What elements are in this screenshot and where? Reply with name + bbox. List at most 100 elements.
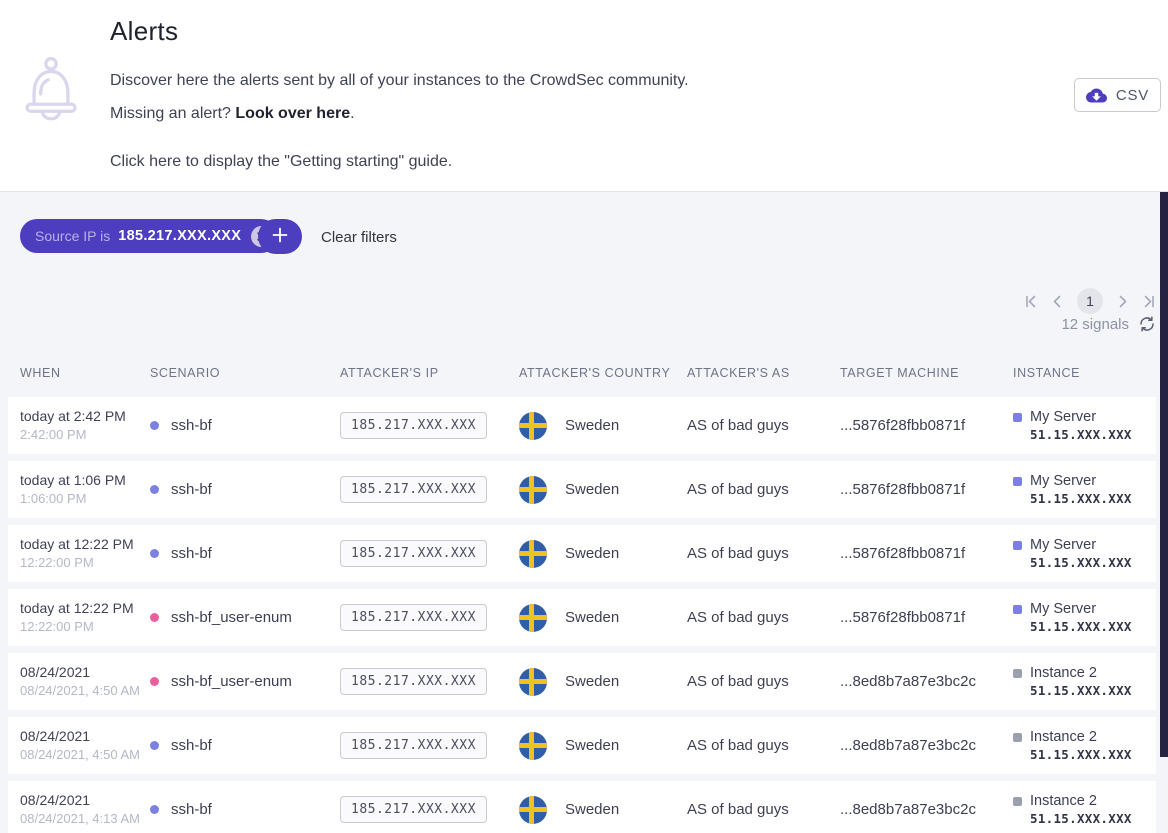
target-machine: ...5876f28fbb0871f — [840, 417, 1013, 434]
alert-time-detail: 1:06:00 PM — [20, 490, 150, 508]
instance-ip: 51.15.XXX.XXX — [1030, 491, 1156, 506]
sweden-flag-icon — [519, 604, 547, 632]
attacker-ip-value[interactable]: 185.217.XXX.XXX — [340, 412, 487, 439]
page-description: Discover here the alerts sent by all of … — [110, 72, 689, 90]
column-header[interactable]: ATTACKER'S IP — [340, 366, 519, 380]
attacker-ip-value[interactable]: 185.217.XXX.XXX — [340, 796, 487, 823]
instance-square-icon — [1013, 797, 1022, 806]
instance-name: My Server — [1030, 473, 1096, 489]
country-cell: Sweden — [519, 412, 687, 440]
country-name: Sweden — [565, 801, 619, 818]
alert-time: 08/24/2021 — [20, 663, 150, 682]
country-cell: Sweden — [519, 732, 687, 760]
scrollbar-thumb[interactable] — [1160, 192, 1168, 757]
attacker-ip-value[interactable]: 185.217.XXX.XXX — [340, 732, 487, 759]
column-header[interactable]: WHEN — [20, 366, 150, 380]
instance-square-icon — [1013, 669, 1022, 678]
sweden-flag-icon — [519, 732, 547, 760]
signals-counter: 12 signals — [1061, 315, 1156, 333]
alert-time-detail: 12:22:00 PM — [20, 554, 150, 572]
instance-ip: 51.15.XXX.XXX — [1030, 555, 1156, 570]
column-header[interactable]: INSTANCE — [1013, 366, 1156, 380]
alert-time: 08/24/2021 — [20, 791, 150, 810]
attacker-ip-cell: 185.217.XXX.XXX — [340, 668, 519, 695]
scenario-dot — [150, 741, 159, 750]
scenario-cell: ssh-bf — [150, 481, 340, 498]
attacker-ip-value[interactable]: 185.217.XXX.XXX — [340, 668, 487, 695]
table-row[interactable]: today at 1:06 PM 1:06:00 PM ssh-bf 185.2… — [8, 461, 1156, 518]
table-header: WHENSCENARIOATTACKER'S IPATTACKER'S COUN… — [8, 358, 1156, 388]
instance-cell: Instance 2 51.15.XXX.XXX — [1013, 729, 1156, 762]
instance-cell: Instance 2 51.15.XXX.XXX — [1013, 793, 1156, 826]
alert-time-detail: 2:42:00 PM — [20, 426, 150, 444]
instance-square-icon — [1013, 477, 1022, 486]
alerts-page: Alerts Discover here the alerts sent by … — [0, 0, 1168, 833]
csv-button-label: CSV — [1116, 87, 1149, 104]
table-row[interactable]: 08/24/2021 08/24/2021, 4:50 AM ssh-bf_us… — [8, 653, 1156, 710]
column-header[interactable]: SCENARIO — [150, 366, 340, 380]
scenario-name: ssh-bf_user-enum — [171, 609, 292, 626]
column-header[interactable]: ATTACKER'S AS — [687, 366, 840, 380]
country-cell: Sweden — [519, 540, 687, 568]
instance-ip: 51.15.XXX.XXX — [1030, 747, 1156, 762]
alert-time-detail: 08/24/2021, 4:13 AM — [20, 810, 150, 828]
scenario-cell: ssh-bf — [150, 737, 340, 754]
column-header[interactable]: ATTACKER'S COUNTRY — [519, 366, 687, 380]
plus-icon — [272, 227, 288, 243]
instance-square-icon — [1013, 605, 1022, 614]
attacker-ip-value[interactable]: 185.217.XXX.XXX — [340, 540, 487, 567]
instance-name: My Server — [1030, 409, 1096, 425]
scenario-cell: ssh-bf_user-enum — [150, 673, 340, 690]
filter-chip-source-ip[interactable]: Source IP is 185.217.XXX.XXX — [20, 219, 278, 253]
when-cell: today at 12:22 PM 12:22:00 PM — [20, 599, 150, 635]
alert-time-detail: 08/24/2021, 4:50 AM — [20, 746, 150, 764]
column-header[interactable]: TARGET MACHINE — [840, 366, 1013, 380]
instance-name: Instance 2 — [1030, 729, 1097, 745]
current-page-indicator[interactable]: 1 — [1077, 288, 1103, 314]
missing-alert-period: . — [350, 105, 354, 122]
page-title: Alerts — [110, 16, 178, 47]
instance-name: My Server — [1030, 601, 1096, 617]
last-page-icon[interactable] — [1143, 295, 1156, 308]
next-page-icon[interactable] — [1118, 295, 1128, 308]
instance-name: Instance 2 — [1030, 793, 1097, 809]
instance-cell: Instance 2 51.15.XXX.XXX — [1013, 665, 1156, 698]
attacker-as: AS of bad guys — [687, 737, 840, 754]
attacker-ip-cell: 185.217.XXX.XXX — [340, 476, 519, 503]
alert-time: today at 1:06 PM — [20, 471, 150, 490]
sweden-flag-icon — [519, 668, 547, 696]
attacker-ip-value[interactable]: 185.217.XXX.XXX — [340, 604, 487, 631]
csv-export-button[interactable]: CSV — [1074, 78, 1161, 112]
first-page-icon[interactable] — [1024, 295, 1037, 308]
table-row[interactable]: today at 12:22 PM 12:22:00 PM ssh-bf 185… — [8, 525, 1156, 582]
scenario-cell: ssh-bf — [150, 545, 340, 562]
when-cell: 08/24/2021 08/24/2021, 4:13 AM — [20, 791, 150, 827]
missing-alert-text: Missing an alert? — [110, 105, 235, 122]
cloud-download-icon — [1086, 88, 1107, 103]
table-body: today at 2:42 PM 2:42:00 PM ssh-bf 185.2… — [8, 397, 1156, 833]
scenario-dot — [150, 485, 159, 494]
attacker-ip-value[interactable]: 185.217.XXX.XXX — [340, 476, 487, 503]
missing-alert-line: Missing an alert? Look over here. — [110, 105, 355, 123]
refresh-icon[interactable] — [1138, 315, 1156, 333]
table-row[interactable]: today at 12:22 PM 12:22:00 PM ssh-bf_use… — [8, 589, 1156, 646]
attacker-as: AS of bad guys — [687, 609, 840, 626]
table-row[interactable]: 08/24/2021 08/24/2021, 4:13 AM ssh-bf 18… — [8, 781, 1156, 833]
getting-started-link[interactable]: Click here to display the "Getting start… — [110, 153, 452, 171]
target-machine: ...8ed8b7a87e3bc2c — [840, 673, 1013, 690]
instance-square-icon — [1013, 413, 1022, 422]
clear-filters-button[interactable]: Clear filters — [321, 229, 397, 246]
previous-page-icon[interactable] — [1052, 295, 1062, 308]
attacker-ip-cell: 185.217.XXX.XXX — [340, 412, 519, 439]
signals-count-label: 12 signals — [1061, 316, 1129, 333]
pagination: 1 — [1024, 288, 1156, 314]
look-over-here-link[interactable]: Look over here — [235, 105, 350, 122]
target-machine: ...5876f28fbb0871f — [840, 609, 1013, 626]
instance-square-icon — [1013, 733, 1022, 742]
instance-cell: My Server 51.15.XXX.XXX — [1013, 409, 1156, 442]
scenario-name: ssh-bf — [171, 801, 212, 818]
add-filter-button[interactable] — [258, 219, 302, 254]
table-row[interactable]: 08/24/2021 08/24/2021, 4:50 AM ssh-bf 18… — [8, 717, 1156, 774]
sweden-flag-icon — [519, 476, 547, 504]
table-row[interactable]: today at 2:42 PM 2:42:00 PM ssh-bf 185.2… — [8, 397, 1156, 454]
